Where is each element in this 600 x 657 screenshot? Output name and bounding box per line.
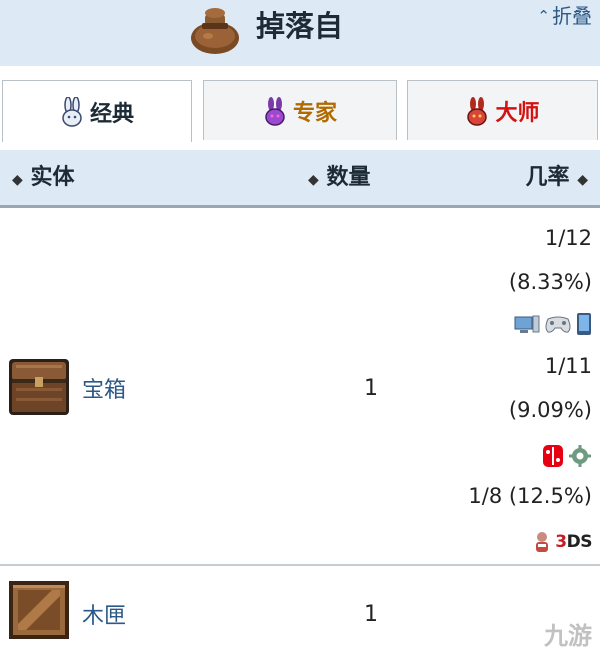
console-icon xyxy=(545,316,571,333)
3ds-icon xyxy=(536,532,549,552)
crate-icon xyxy=(9,581,69,639)
column-quantity-label: 数量 xyxy=(326,165,371,190)
gear-icon xyxy=(569,445,591,467)
collapse-button[interactable]: ⌃ 折叠 xyxy=(537,2,592,30)
rate-text: 1/8 (12.5%) xyxy=(468,484,592,508)
platform-group-2 xyxy=(542,443,592,469)
tab-classic[interactable]: 经典 xyxy=(2,80,192,142)
table-header: ◆ 实体 ◆ 数量 几率 ◆ xyxy=(0,150,600,208)
tab-expert[interactable]: 专家 xyxy=(203,80,397,140)
mobile-icon xyxy=(577,313,591,335)
bunny-icon xyxy=(62,96,82,127)
caret-up-icon: ⌃ xyxy=(537,7,550,25)
tab-expert-label: 专家 xyxy=(292,100,337,126)
pc-icon xyxy=(514,315,540,333)
column-chance-label: 几率 xyxy=(525,165,570,190)
red-demon-icon xyxy=(467,96,488,126)
platform-group-1 xyxy=(514,311,592,337)
rate-fraction: 1/12 xyxy=(544,226,592,250)
column-quantity[interactable]: ◆ 数量 xyxy=(308,150,370,205)
chest-icon xyxy=(9,359,69,415)
loot-bag-icon xyxy=(191,8,239,54)
table-row: 木匣 1 xyxy=(0,566,600,657)
drop-header: 掉落自 ⌃ 折叠 xyxy=(0,0,600,66)
page-title: 掉落自 xyxy=(256,9,344,43)
entity-link-chest[interactable]: 宝箱 xyxy=(82,372,126,404)
quantity-value: 1 xyxy=(364,376,378,401)
column-entity[interactable]: ◆ 实体 xyxy=(12,150,74,205)
tab-master-label: 大师 xyxy=(495,100,540,126)
column-chance[interactable]: 几率 ◆ xyxy=(526,150,588,205)
rate-percent: (8.33%) xyxy=(508,270,592,294)
column-entity-label: 实体 xyxy=(30,165,75,190)
collapse-label: 折叠 xyxy=(552,4,592,28)
3ds-label: 3DS xyxy=(555,532,592,552)
purple-demon-icon xyxy=(265,96,285,126)
table-row: 宝箱 1 1/12 (8.33%) 1/11 (9.09%) 1/8 (12.5… xyxy=(0,208,600,566)
sort-icon: ◆ xyxy=(577,172,588,188)
tab-master[interactable]: 大师 xyxy=(407,80,598,140)
quantity-value: 1 xyxy=(364,602,378,627)
rate-percent: (9.09%) xyxy=(508,398,592,422)
rate-fraction: 1/11 xyxy=(544,354,592,378)
tab-classic-label: 经典 xyxy=(89,101,134,127)
sort-icon: ◆ xyxy=(308,172,319,188)
watermark: 九游 xyxy=(544,622,592,650)
entity-link-crate[interactable]: 木匣 xyxy=(82,598,126,630)
difficulty-tabs: 经典 专家 大师 xyxy=(0,66,600,208)
switch-icon xyxy=(543,445,563,467)
sort-icon: ◆ xyxy=(12,172,23,188)
platform-group-3: 3DS xyxy=(533,529,593,555)
